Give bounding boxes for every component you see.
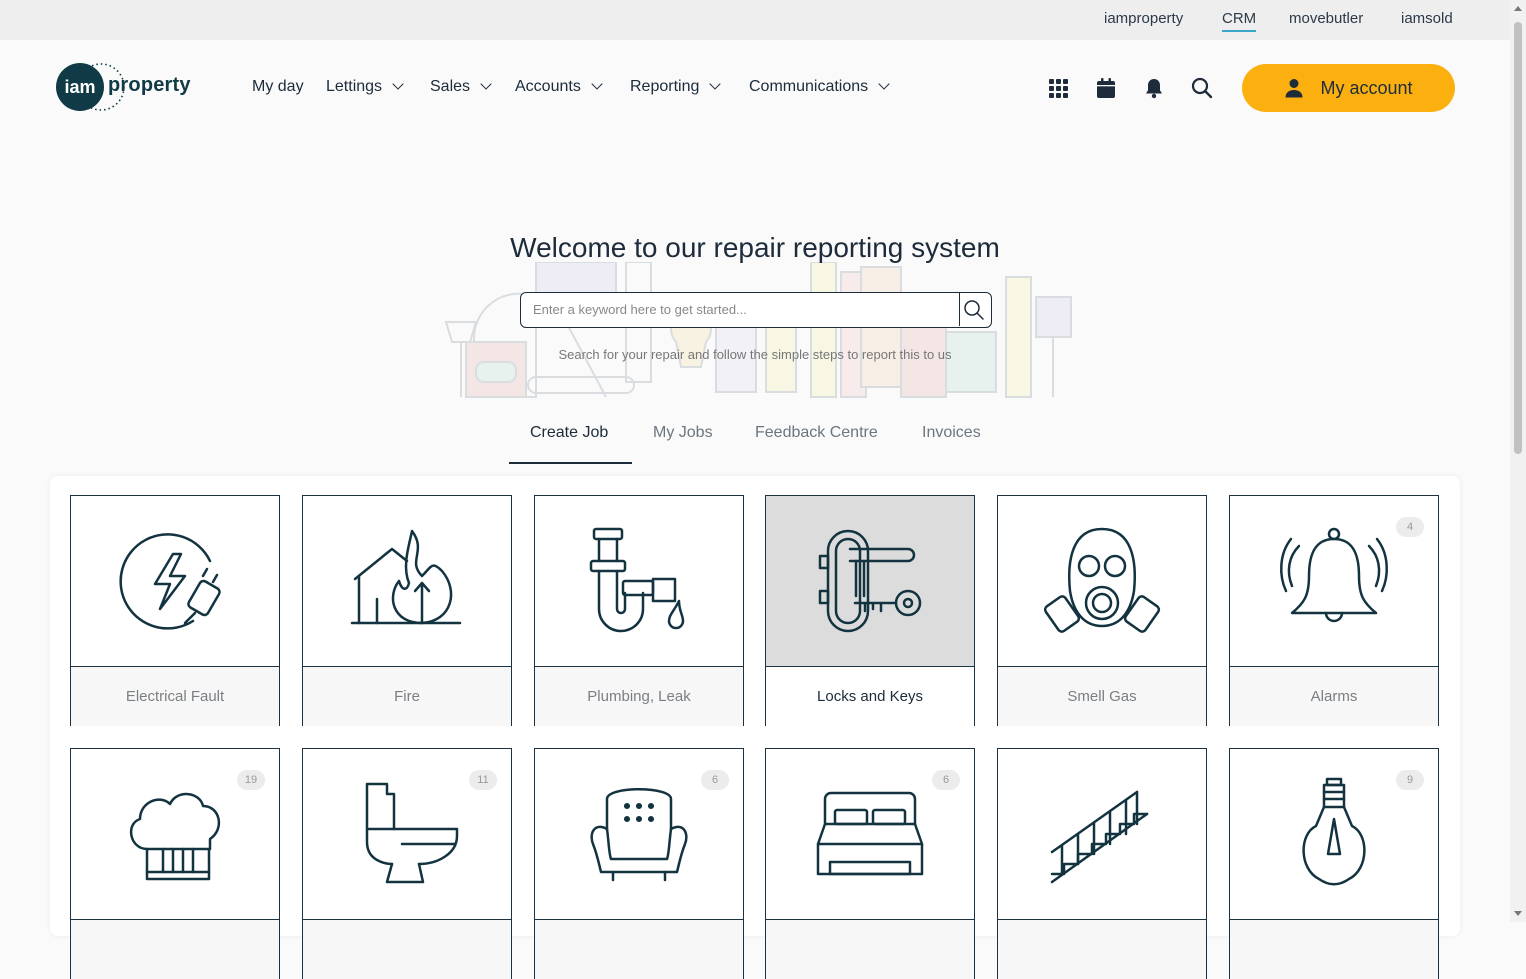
nav-communications[interactable]: Communications (749, 78, 890, 96)
hero-subtitle: Search for your repair and follow the si… (558, 347, 952, 362)
category-label: Fire (303, 666, 511, 726)
category-label (303, 919, 511, 979)
top-link-crm[interactable]: CRM (1222, 10, 1257, 32)
tab-create-job[interactable]: Create Job (530, 424, 608, 442)
search-icon[interactable] (1190, 76, 1214, 100)
bell-icon[interactable] (1142, 76, 1166, 100)
nav-accounts[interactable]: Accounts (515, 78, 603, 96)
category-image (303, 749, 511, 919)
nav-sales[interactable]: Sales (430, 78, 492, 96)
chevron-down-icon (878, 78, 890, 90)
category-image (71, 749, 279, 919)
category-label (535, 919, 743, 979)
toilet-icon (365, 782, 459, 884)
category-card-plumbing-leak[interactable]: Plumbing, Leak (534, 495, 744, 726)
category-card-kitchen[interactable]: 19 (70, 748, 280, 979)
category-label (1230, 919, 1438, 979)
my-account-button[interactable]: My account (1242, 64, 1455, 112)
tab-feedback-centre[interactable]: Feedback Centre (755, 424, 878, 442)
category-image (303, 496, 511, 666)
tools-illustration (444, 262, 1072, 398)
category-card-locks-and-keys[interactable]: Locks and Keys (765, 495, 975, 726)
stairs-icon (1050, 790, 1149, 884)
top-link-iamsold[interactable]: iamsold (1401, 10, 1453, 27)
category-card-electrical-fault[interactable]: Electrical Fault (70, 495, 280, 726)
nav-lettings[interactable]: Lettings (326, 78, 404, 96)
scroll-down-icon[interactable] (1514, 911, 1522, 916)
category-label: Electrical Fault (71, 666, 279, 726)
category-card-fire[interactable]: Fire (302, 495, 512, 726)
scroll-up-icon[interactable] (1514, 6, 1522, 11)
top-link-movebutler[interactable]: movebutler (1289, 10, 1363, 27)
category-card-lighting[interactable]: 9 (1229, 748, 1439, 979)
alarm-bell-icon (1280, 527, 1388, 623)
category-image (535, 749, 743, 919)
repair-search-input[interactable] (521, 293, 975, 325)
category-card-furniture[interactable]: 6 (534, 748, 744, 979)
category-label: Alarms (1230, 666, 1438, 726)
my-account-label: My account (1320, 77, 1413, 98)
page-scrollbar[interactable] (1510, 0, 1526, 922)
nav-label: Accounts (515, 78, 581, 95)
locks-keys-icon (818, 529, 922, 633)
category-card-bedroom[interactable]: 6 (765, 748, 975, 979)
tab-my-jobs[interactable]: My Jobs (653, 424, 713, 442)
category-label: Smell Gas (998, 666, 1206, 726)
chevron-down-icon (591, 78, 603, 90)
lightbulb-icon (1302, 777, 1366, 886)
calendar-icon[interactable] (1094, 76, 1118, 100)
bed-icon (816, 791, 924, 876)
category-card-alarms[interactable]: 4 Alarms (1229, 495, 1439, 726)
category-image (71, 496, 279, 666)
repair-search-box (520, 292, 992, 328)
search-icon[interactable] (963, 299, 985, 321)
category-card-bathroom[interactable]: 11 (302, 748, 512, 979)
nav-label: My day (252, 78, 304, 95)
category-image (998, 749, 1206, 919)
nav-reporting[interactable]: Reporting (630, 78, 722, 96)
category-panel: Electrical Fault Fire Plumbing, Leak Loc… (50, 476, 1460, 979)
user-icon (1285, 79, 1303, 98)
category-label: Plumbing, Leak (535, 666, 743, 726)
logo-text: property (108, 74, 191, 96)
category-card-stairs[interactable] (997, 748, 1207, 979)
scrollbar-thumb[interactable] (1514, 22, 1522, 454)
top-link-iamproperty[interactable]: iamproperty (1104, 10, 1183, 27)
chevron-down-icon (480, 78, 492, 90)
electrical-fault-icon (119, 533, 221, 630)
category-image (1230, 496, 1438, 666)
hero-title: Welcome to our repair reporting system (510, 232, 1000, 263)
armchair-icon (590, 788, 688, 882)
nav-label: Reporting (630, 78, 700, 95)
category-label: Locks and Keys (766, 666, 974, 726)
top-links-bar: iamproperty CRM movebutler iamsold (0, 0, 1510, 40)
category-image (766, 749, 974, 919)
nav-label: Communications (749, 78, 869, 95)
category-card-smell-gas[interactable]: Smell Gas (997, 495, 1207, 726)
apps-grid-icon[interactable] (1046, 76, 1070, 100)
plumbing-leak-icon (589, 527, 685, 633)
active-tab-indicator (509, 462, 632, 464)
gas-mask-icon (1043, 527, 1161, 633)
category-label (71, 919, 279, 979)
category-label (766, 919, 974, 979)
category-image (766, 496, 974, 666)
category-image (998, 496, 1206, 666)
category-label (998, 919, 1206, 979)
job-tabs: Create Job My Jobs Feedback Centre Invoi… (0, 424, 1510, 466)
category-image (1230, 749, 1438, 919)
chevron-down-icon (709, 78, 722, 90)
fire-icon (350, 529, 462, 625)
category-image (535, 496, 743, 666)
iamproperty-logo[interactable]: iam property (54, 62, 204, 114)
chef-hat-icon (129, 792, 221, 881)
nav-label: Sales (430, 78, 471, 95)
search-divider (959, 292, 960, 326)
nav-label: Lettings (326, 78, 383, 95)
logo-badge: iam (56, 63, 104, 111)
tab-invoices[interactable]: Invoices (922, 424, 981, 442)
chevron-down-icon (392, 78, 404, 90)
nav-my-day[interactable]: My day (252, 78, 304, 96)
